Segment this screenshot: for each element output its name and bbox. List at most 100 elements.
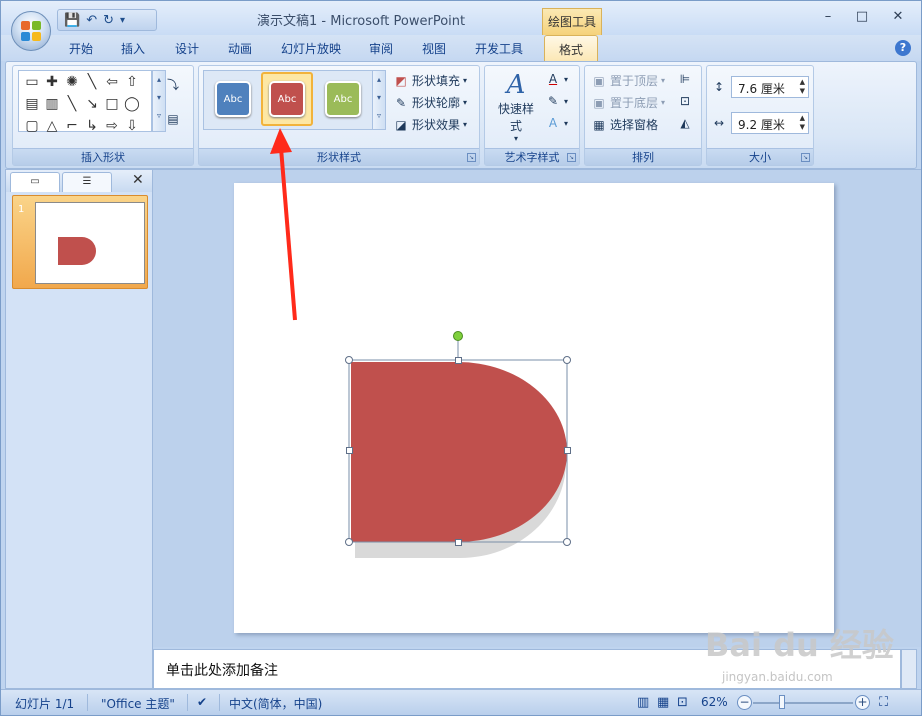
slideshow-icon[interactable]: ⊡	[677, 695, 688, 710]
height-icon: ↕	[713, 80, 725, 94]
shape-oval-icon[interactable]: ◯	[123, 95, 141, 115]
language-indicator[interactable]: 中文(简体，中国)	[229, 695, 322, 712]
zoom-slider-thumb[interactable]	[779, 695, 785, 709]
tab-developer[interactable]: 开发工具	[475, 40, 523, 57]
shape-right-arrow-icon[interactable]: ⇨	[103, 117, 121, 137]
resize-handle-right[interactable]	[564, 447, 571, 454]
resize-handle-tl[interactable]	[345, 356, 353, 364]
close-button[interactable]: ✕	[883, 9, 913, 24]
tab-home[interactable]: 开始	[69, 40, 93, 57]
shape-outline-button[interactable]: ✎ 形状轮廓 ▾	[393, 94, 467, 111]
resize-handle-tr[interactable]	[563, 356, 571, 364]
slide-thumbnail[interactable]	[35, 202, 145, 284]
shape-vtextbox-icon[interactable]: ▥	[43, 95, 61, 115]
spellcheck-icon[interactable]: ✔	[197, 695, 207, 709]
shapes-scroll[interactable]: ▴ ▾ ▿	[152, 70, 166, 132]
dialog-launcher-icon[interactable]: ↘	[567, 153, 576, 162]
fit-to-window-icon[interactable]: ⛶	[879, 695, 888, 710]
tab-slideshow[interactable]: 幻灯片放映	[281, 40, 341, 57]
textbox-icon[interactable]: ▤	[165, 112, 181, 126]
redo-icon[interactable]: ↻	[103, 13, 114, 28]
help-icon[interactable]: ?	[895, 40, 911, 56]
tab-review[interactable]: 审阅	[369, 40, 393, 57]
slide-number: 1	[18, 204, 25, 215]
tab-outline[interactable]: ☰	[62, 172, 112, 192]
shape-line-icon[interactable]: ╲	[83, 73, 101, 93]
shape-arrow-line-icon[interactable]: ↘	[83, 95, 101, 115]
style-option-red[interactable]: Abc	[261, 72, 313, 126]
group-icon[interactable]: ⊡	[677, 94, 693, 108]
resize-handle-br[interactable]	[563, 538, 571, 546]
style-option-green[interactable]: Abc	[317, 72, 369, 126]
tab-format[interactable]: 格式	[544, 35, 599, 62]
text-effects-icon[interactable]: A ▾	[545, 116, 568, 130]
dialog-launcher-icon[interactable]: ↘	[801, 153, 810, 162]
shape-triangle-icon[interactable]: △	[43, 117, 61, 137]
group-wordart-styles: A 快速样式 ▾ A ▾ ✎ ▾ A ▾ 艺术字样式 ↘	[484, 65, 580, 166]
selection-pane-button[interactable]: ▦ 选择窗格	[591, 116, 658, 133]
undo-icon[interactable]: ↶	[86, 13, 97, 28]
notes-scrollbar[interactable]	[901, 649, 917, 689]
slide-thumbnail-selected[interactable]: 1	[12, 195, 148, 289]
resize-handle-bottom[interactable]	[455, 539, 462, 546]
office-button[interactable]	[11, 11, 51, 51]
shape-textbox-icon[interactable]: ▤	[23, 95, 41, 115]
shape-cross-icon[interactable]: ✚	[43, 73, 61, 93]
rotation-handle[interactable]	[453, 331, 463, 341]
bring-to-front-button[interactable]: ▣ 置于顶层 ▾	[591, 72, 665, 89]
tab-design[interactable]: 设计	[175, 40, 199, 57]
shape-rect-icon[interactable]: ▭	[23, 73, 41, 93]
d-shape[interactable]	[351, 362, 567, 542]
styles-scroll[interactable]: ▴ ▾ ▿	[372, 70, 386, 130]
shape-up-arrow-icon[interactable]: ⇧	[123, 73, 141, 93]
status-divider	[187, 694, 188, 711]
spinner-icon[interactable]: ▲ ▼	[800, 114, 805, 132]
theme-name[interactable]: "Office 主题"	[101, 695, 175, 712]
zoom-in-icon[interactable]: +	[855, 695, 870, 710]
resize-handle-bl[interactable]	[345, 538, 353, 546]
shape-rounded-rect-icon[interactable]: ▢	[23, 117, 41, 137]
align-icon[interactable]: ⊫	[677, 72, 693, 86]
rotate-icon[interactable]: ◭	[677, 116, 693, 130]
shape-effects-button[interactable]: ◪ 形状效果 ▾	[393, 116, 467, 133]
shape-square-icon[interactable]: □	[103, 95, 121, 115]
shape-connector-icon[interactable]: ⌐	[63, 117, 81, 137]
width-field[interactable]: 9.2 厘米 ▲ ▼	[731, 112, 809, 134]
maximize-button[interactable]: □	[847, 9, 877, 24]
text-fill-icon[interactable]: A ▾	[545, 72, 568, 86]
shapes-gallery[interactable]: ▭ ✚ ✺ ╲ ⇦ ⇧ ▤ ▥ ╲ ↘ □ ◯ ▢ △ ⌐ ↳ ⇨ ⇩	[18, 70, 152, 134]
slide-sorter-icon[interactable]: ▦	[657, 695, 669, 710]
qat-customize-icon[interactable]: ▾	[120, 15, 125, 26]
resize-handle-left[interactable]	[346, 447, 353, 454]
normal-view-icon[interactable]: ▥	[637, 695, 649, 710]
minimize-button[interactable]: –	[813, 9, 843, 24]
tab-animations[interactable]: 动画	[228, 40, 252, 57]
shape-down-arrow-icon[interactable]: ⇩	[123, 117, 141, 137]
zoom-level[interactable]: 62%	[701, 695, 728, 709]
dialog-launcher-icon[interactable]: ↘	[467, 153, 476, 162]
shape-fill-button[interactable]: ◩ 形状填充 ▾	[393, 72, 467, 89]
save-icon[interactable]: 💾	[64, 13, 80, 28]
resize-handle-top[interactable]	[455, 357, 462, 364]
style-option-blue[interactable]: Abc	[207, 72, 259, 126]
zoom-out-icon[interactable]: −	[737, 695, 752, 710]
tab-view[interactable]: 视图	[422, 40, 446, 57]
spinner-icon[interactable]: ▲ ▼	[800, 78, 805, 96]
zoom-slider-track[interactable]	[753, 702, 853, 704]
slide-canvas[interactable]	[234, 183, 834, 633]
width-icon: ↔	[713, 116, 725, 130]
status-divider	[219, 694, 220, 711]
text-outline-icon[interactable]: ✎ ▾	[545, 94, 568, 108]
shape-elbow-connector-icon[interactable]: ↳	[83, 117, 101, 137]
send-to-back-button[interactable]: ▣ 置于底层 ▾	[591, 94, 665, 111]
edit-shape-icon[interactable]: ⤵	[165, 78, 181, 92]
tab-slides[interactable]: ▭	[10, 172, 60, 192]
shape-gear-icon[interactable]: ✺	[63, 73, 81, 93]
shape-diagonal-line-icon[interactable]: ╲	[63, 95, 81, 115]
quick-styles-button[interactable]: A 快速样式 ▾	[493, 70, 539, 143]
close-pane-icon[interactable]: ✕	[132, 172, 144, 188]
height-field[interactable]: 7.6 厘米 ▲ ▼	[731, 76, 809, 98]
shape-left-arrow-icon[interactable]: ⇦	[103, 73, 121, 93]
pen-icon: ✎	[395, 95, 407, 110]
tab-insert[interactable]: 插入	[121, 40, 145, 57]
